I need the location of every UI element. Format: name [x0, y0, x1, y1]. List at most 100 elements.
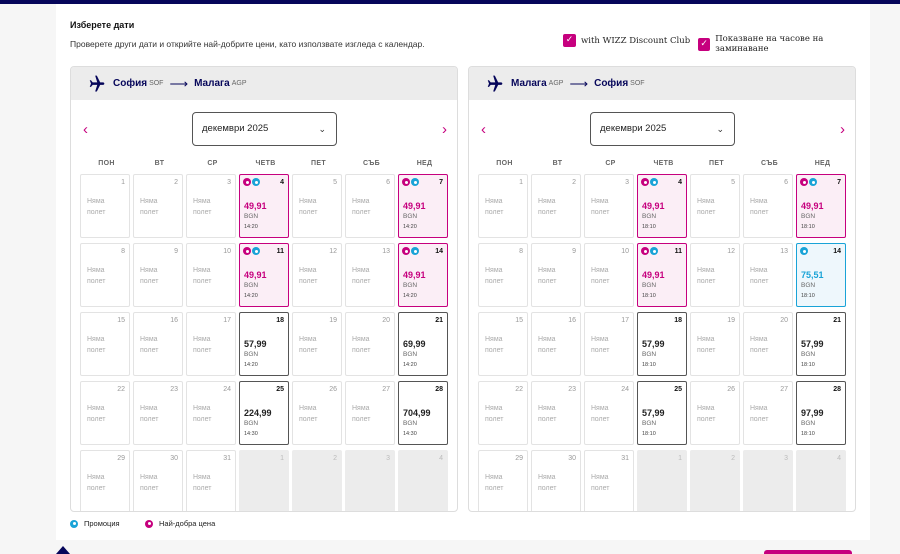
weekday-header: ПОН ВТ СР ЧЕТВ ПЕТ СЪБ НЕД	[478, 160, 849, 167]
no-flight-text: Няма	[485, 198, 503, 205]
fare-price: 49,91	[642, 201, 665, 211]
fare-currency: BGN	[642, 282, 657, 289]
month-navigation: ‹ декември 2025 ⌄ ›	[71, 112, 457, 146]
day-cell[interactable]: 14 75,51 BGN 18:10	[796, 243, 846, 307]
day-cell: 24 Няма полет	[186, 381, 236, 445]
fare-currency: BGN	[642, 420, 657, 427]
day-cell[interactable]: 11 49,91 BGN 18:10	[637, 243, 687, 307]
day-number: 15	[117, 317, 125, 324]
route-header: Малага AGP ⟶ София SOF	[469, 67, 855, 100]
fare-price: 704,99	[403, 408, 431, 418]
no-flight-label: Няма полет	[538, 196, 574, 218]
show-times-checkbox[interactable]: ✓ Показване на часове на заминаване	[698, 34, 870, 54]
day-cell: 15 Няма полет	[478, 312, 528, 376]
day-cell: 3 Няма полет	[186, 174, 236, 238]
promo-icon	[252, 247, 260, 255]
continue-button[interactable]	[764, 550, 852, 554]
day-cell[interactable]: 21 57,99 BGN 18:10	[796, 312, 846, 376]
chevron-left-icon[interactable]: ‹	[481, 122, 486, 137]
day-cell[interactable]: 7 49,91 BGN 14:20	[398, 174, 448, 238]
no-flight-text: полет	[538, 485, 557, 492]
day-cell[interactable]: 11 49,91 BGN 14:20	[239, 243, 289, 307]
day-cell[interactable]: 4 49,91 BGN 14:20	[239, 174, 289, 238]
day-cell: 29 Няма полет	[80, 450, 130, 511]
chevron-left-icon[interactable]: ‹	[83, 122, 88, 137]
day-number: 2	[174, 179, 178, 186]
month-select[interactable]: декември 2025 ⌄	[192, 112, 337, 146]
day-number: 26	[329, 386, 337, 393]
destination-code: AGP	[231, 80, 247, 87]
promo-icon	[809, 178, 817, 186]
page-subtitle: Проверете други дати и открийте най-добр…	[70, 39, 425, 49]
day-cell: 4	[796, 450, 846, 511]
day-cell[interactable]: 28 704,99 BGN 14:30	[398, 381, 448, 445]
day-cell[interactable]: 21 69,99 BGN 14:20	[398, 312, 448, 376]
day-cell[interactable]: 18 57,99 BGN 14:20	[239, 312, 289, 376]
no-flight-text: полет	[299, 347, 318, 354]
day-cell[interactable]: 7 49,91 BGN 18:10	[796, 174, 846, 238]
fare-currency: BGN	[801, 213, 816, 220]
badge-group	[243, 178, 260, 186]
day-cell[interactable]: 14 49,91 BGN 14:20	[398, 243, 448, 307]
no-flight-text: Няма	[697, 336, 715, 343]
fare-price: 69,99	[403, 339, 426, 349]
day-number: 8	[519, 248, 523, 255]
no-flight-text: Няма	[485, 405, 503, 412]
day-number: 16	[568, 317, 576, 324]
no-flight-text: полет	[697, 209, 716, 216]
best-price-icon	[641, 247, 649, 255]
day-cell: 9 Няма полет	[133, 243, 183, 307]
day-number: 17	[621, 317, 629, 324]
day-number: 12	[329, 248, 337, 255]
best-price-icon	[800, 178, 808, 186]
best-price-icon	[641, 178, 649, 186]
day-cell[interactable]: 4 49,91 BGN 18:10	[637, 174, 687, 238]
departure-time: 14:30	[403, 431, 417, 437]
origin-code: AGP	[548, 80, 564, 87]
no-flight-label: Няма полет	[299, 265, 335, 287]
day-cell[interactable]: 18 57,99 BGN 18:10	[637, 312, 687, 376]
month-select-value: декември 2025	[600, 123, 667, 134]
no-flight-text: полет	[750, 209, 769, 216]
chevron-right-icon[interactable]: ›	[442, 122, 447, 137]
day-cell: 16 Няма полет	[531, 312, 581, 376]
no-flight-label: Няма полет	[140, 334, 176, 356]
day-cell: 4	[398, 450, 448, 511]
best-price-icon	[145, 519, 153, 528]
weekday-label: ВТ	[552, 160, 563, 167]
month-navigation: ‹ декември 2025 ⌄ ›	[469, 112, 855, 146]
departure-time: 14:20	[244, 362, 258, 368]
month-select[interactable]: декември 2025 ⌄	[590, 112, 735, 146]
promo-icon	[411, 178, 419, 186]
discount-club-checkbox[interactable]: ✓ with WIZZ Discount Club	[563, 34, 690, 47]
day-cell[interactable]: 25 224,99 BGN 14:30	[239, 381, 289, 445]
day-cell: 20 Няма полет	[345, 312, 395, 376]
no-flight-text: Няма	[538, 198, 556, 205]
no-flight-label: Няма полет	[140, 265, 176, 287]
no-flight-text: полет	[87, 209, 106, 216]
day-number: 15	[515, 317, 523, 324]
day-number: 22	[117, 386, 125, 393]
day-number: 27	[780, 386, 788, 393]
no-flight-text: Няма	[140, 405, 158, 412]
day-cell[interactable]: 28 97,99 BGN 18:10	[796, 381, 846, 445]
day-number: 29	[117, 455, 125, 462]
departure-time: 14:20	[244, 224, 258, 230]
chevron-down-icon: ⌄	[318, 124, 326, 134]
no-flight-text: Няма	[591, 267, 609, 274]
fare-currency: BGN	[403, 282, 418, 289]
day-cell: 2 Няма полет	[531, 174, 581, 238]
departure-time: 18:10	[801, 224, 815, 230]
no-flight-text: полет	[193, 209, 212, 216]
no-flight-text: Няма	[352, 267, 370, 274]
day-number: 9	[174, 248, 178, 255]
no-flight-text: полет	[352, 416, 371, 423]
badge-group	[641, 247, 658, 255]
chevron-down-icon: ⌄	[716, 124, 724, 134]
date-picker-panel: Изберете дати Проверете други дати и отк…	[56, 4, 870, 540]
chevron-right-icon[interactable]: ›	[840, 122, 845, 137]
no-flight-text: полет	[697, 416, 716, 423]
no-flight-text: полет	[485, 347, 504, 354]
fare-price: 49,91	[642, 270, 665, 280]
day-cell[interactable]: 25 57,99 BGN 18:10	[637, 381, 687, 445]
